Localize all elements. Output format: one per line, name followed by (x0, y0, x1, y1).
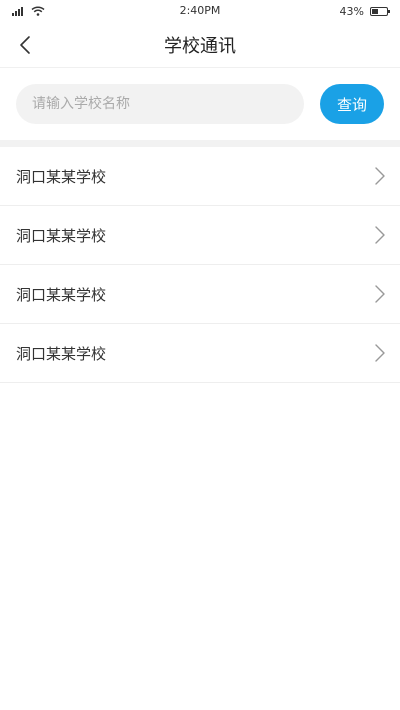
chevron-right-icon (374, 343, 386, 363)
search-section: 查询 (0, 68, 400, 140)
search-button[interactable]: 查询 (320, 84, 384, 124)
search-input[interactable] (16, 84, 304, 124)
section-divider (0, 140, 400, 147)
battery-icon (370, 6, 390, 16)
list-item[interactable]: 洞口某某学校 (0, 324, 400, 383)
chevron-left-icon (20, 36, 30, 54)
back-button[interactable] (10, 30, 40, 60)
chevron-right-icon (374, 166, 386, 186)
list-item[interactable]: 洞口某某学校 (0, 265, 400, 324)
battery-fill (372, 8, 379, 14)
school-list: 洞口某某学校 洞口某某学校 洞口某某学校 洞口某某学校 (0, 147, 400, 383)
status-time: 2:40PM (179, 4, 221, 17)
chevron-right-icon (374, 284, 386, 304)
school-name: 洞口某某学校 (16, 285, 107, 304)
chevron-right-icon (374, 225, 386, 245)
page-title: 学校通讯 (164, 35, 236, 57)
school-name: 洞口某某学校 (16, 226, 107, 245)
school-name: 洞口某某学校 (16, 344, 107, 363)
status-bar: 2:40PM 43% (0, 0, 400, 22)
school-name: 洞口某某学校 (16, 167, 107, 186)
list-item[interactable]: 洞口某某学校 (0, 147, 400, 206)
list-item[interactable]: 洞口某某学校 (0, 206, 400, 265)
nav-bar: 学校通讯 (0, 22, 400, 68)
